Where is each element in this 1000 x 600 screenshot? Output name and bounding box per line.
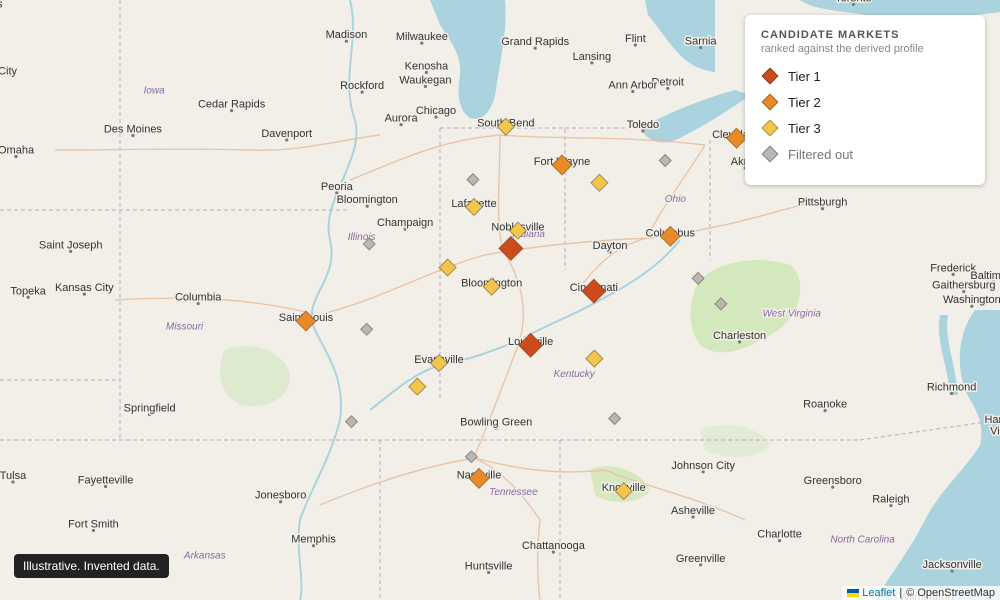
city-label: Pittsburgh — [798, 197, 848, 209]
legend-item-tier-1: Tier 1 — [761, 63, 969, 89]
city-label: Chicago — [416, 105, 456, 117]
market-markers[interactable] — [295, 117, 748, 501]
market-marker-filtered[interactable] — [658, 153, 672, 168]
market-marker-filtered[interactable] — [466, 172, 480, 187]
city-label: Springfield — [124, 402, 176, 414]
market-marker-filtered[interactable] — [714, 297, 728, 311]
city-label: Huntsville — [465, 560, 513, 572]
city-label: Charlotte — [757, 529, 802, 541]
city-label: Gaithersburg — [932, 280, 996, 292]
map-attribution: Leaflet | © OpenStreetMap — [842, 586, 1000, 600]
state-label: Missouri — [166, 321, 204, 332]
city-label: Raleigh — [872, 494, 909, 506]
diamond-icon — [761, 93, 779, 111]
city-label: Kansas City — [55, 282, 114, 294]
legend-subtitle: ranked against the derived profile — [761, 43, 924, 55]
city-label: Rockford — [340, 80, 384, 92]
city-label: Jonesboro — [255, 490, 306, 502]
city-label: Sioux City — [0, 66, 17, 78]
city-label: Asheville — [671, 505, 715, 517]
city-label: Sioux Falls — [0, 0, 3, 11]
city-label: Kenosha — [405, 60, 449, 72]
city-label: Fayetteville — [78, 474, 134, 486]
city-label: Madison — [326, 29, 368, 41]
market-marker-filtered[interactable] — [464, 449, 479, 464]
legend-item-tier-3: Tier 3 — [761, 115, 969, 141]
leaflet-link[interactable]: Leaflet — [862, 587, 895, 599]
city-label: Johnson City — [671, 460, 735, 472]
market-marker-filtered[interactable] — [359, 322, 374, 337]
state-label: West Virginia — [762, 309, 821, 320]
legend-label: Tier 2 — [788, 94, 821, 110]
city-label: Hampton — [984, 414, 1000, 426]
diamond-icon — [761, 119, 779, 137]
market-marker-tier-3[interactable] — [438, 258, 457, 277]
city-label: Toledo — [627, 119, 659, 131]
legend-panel: CANDIDATE MARKETS ranked against the der… — [745, 15, 985, 185]
city-label: Dayton — [593, 240, 628, 252]
diamond-icon — [761, 145, 779, 163]
city-label: Cedar Rapids — [198, 99, 266, 111]
city-label: Roanoke — [803, 399, 847, 411]
state-label: North Carolina — [830, 535, 895, 546]
city-label: Fort Smith — [68, 518, 119, 530]
state-label: Kentucky — [554, 369, 596, 380]
attribution-separator: | — [899, 587, 903, 599]
city-label: Davenport — [261, 128, 312, 140]
city-label: Bowling Green — [460, 416, 532, 428]
city-label: Flint — [625, 33, 646, 45]
city-label: Jacksonville — [922, 559, 981, 571]
city-label: Peoria — [321, 181, 354, 193]
city-label: Lansing — [573, 51, 612, 63]
city-label: Memphis — [291, 534, 336, 546]
state-label: Tennessee — [489, 487, 538, 498]
city-label: Bloomington — [337, 194, 398, 206]
city-label: Aurora — [385, 113, 419, 125]
city-label: Sarnia — [685, 36, 718, 48]
city-label: Washington — [943, 294, 1000, 306]
market-marker-tier-3[interactable] — [408, 377, 427, 396]
market-marker-filtered[interactable] — [344, 414, 359, 429]
market-marker-tier-3[interactable] — [590, 173, 609, 193]
city-label: Columbia — [175, 292, 222, 304]
state-label: Ohio — [665, 194, 687, 205]
city-label: Des Moines — [104, 123, 163, 135]
city-label: Tulsa — [0, 470, 27, 482]
disclaimer-badge: Illustrative. Invented data. — [14, 554, 169, 578]
city-label: Chattanooga — [522, 540, 586, 552]
legend-title: CANDIDATE MARKETS — [761, 29, 900, 41]
city-label: Toronto — [835, 0, 872, 4]
city-label: Greenville — [676, 553, 726, 565]
market-marker-tier-3[interactable] — [585, 349, 604, 368]
legend-label: Tier 3 — [788, 120, 821, 136]
legend-label: Tier 1 — [788, 68, 821, 84]
city-label: Ann Arbor — [608, 80, 657, 92]
legend-item-tier-2: Tier 2 — [761, 89, 969, 115]
ukraine-flag-icon — [847, 589, 860, 597]
market-marker-filtered[interactable] — [607, 411, 622, 426]
city-label: Waukegan — [399, 74, 451, 86]
legend-item-filtered-out: Filtered out — [761, 141, 969, 167]
diamond-icon — [761, 67, 779, 85]
city-label: Saint Joseph — [39, 239, 103, 251]
city-label: Greensboro — [804, 475, 862, 487]
city-label: Champaign — [377, 217, 433, 229]
legend-label: Filtered out — [788, 146, 854, 162]
city-label: Virginia Beach — [990, 425, 1000, 437]
city-label: Charleston — [713, 330, 766, 342]
city-label: Topeka — [10, 285, 46, 297]
city-label: Milwaukee — [396, 31, 448, 43]
city-label: Omaha — [0, 144, 35, 156]
map-viewport[interactable]: Iowa Illinois Indiana Ohio Missouri Kentucky W… — [0, 0, 1000, 600]
state-label: Arkansas — [183, 551, 226, 562]
city-label: Richmond — [927, 381, 977, 393]
state-label: Iowa — [144, 86, 166, 97]
city-label: Grand Rapids — [501, 36, 569, 48]
market-marker-tier-1[interactable] — [498, 235, 524, 262]
osm-link[interactable]: © OpenStreetMap — [906, 587, 995, 599]
market-marker-filtered[interactable] — [691, 271, 705, 286]
